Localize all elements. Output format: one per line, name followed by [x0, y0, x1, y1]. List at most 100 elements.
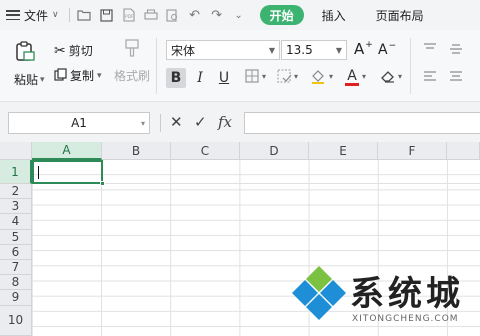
row-header[interactable]: 3: [0, 199, 32, 215]
row-header[interactable]: 1: [0, 160, 32, 184]
paint-bucket-icon: [310, 69, 326, 88]
column-header[interactable]: E: [309, 142, 378, 160]
format-painter-label: 格式刷: [114, 69, 151, 83]
copy-icon: [54, 67, 67, 84]
increase-font-button[interactable]: A +: [354, 40, 373, 58]
scissors-icon: ✂: [54, 42, 66, 59]
chevron-down-icon[interactable]: ▾: [262, 72, 266, 81]
watermark-url: XITONGCHENG.COM: [352, 314, 459, 324]
chevron-down-icon: ▼: [335, 45, 342, 55]
row-header[interactable]: 4: [0, 214, 32, 230]
active-cell-a1[interactable]: [32, 160, 105, 186]
chevron-down-icon: ▾: [97, 70, 102, 81]
decrease-font-icon: A: [378, 42, 388, 58]
tab-home[interactable]: 开始: [259, 5, 304, 25]
align-left-button[interactable]: [420, 68, 440, 88]
row-header[interactable]: 8: [0, 275, 32, 291]
chevron-down-icon: ▼: [268, 45, 275, 55]
increase-font-icon: A: [354, 40, 365, 58]
watermark-logo-icon: [290, 264, 348, 325]
row-header[interactable]: 5: [0, 229, 32, 245]
insert-function-button[interactable]: fx: [218, 113, 232, 131]
align-center-icon: [449, 70, 463, 86]
eraser-icon: [380, 69, 396, 87]
italic-button[interactable]: I: [190, 68, 210, 88]
ribbon-toolbar: 粘贴 ▾ ✂ 剪切 复制 ▾ 格式刷 宋体 ▼ 13.5 ▼ A + A − B I …: [0, 30, 480, 102]
redo-icon[interactable]: ↷: [206, 0, 228, 30]
row-header[interactable]: 10: [0, 305, 32, 336]
name-box[interactable]: A1 ▾: [8, 112, 150, 134]
bold-button[interactable]: B: [166, 68, 186, 88]
tab-page-layout[interactable]: 页面布局: [366, 0, 434, 30]
print-preview-icon[interactable]: [162, 0, 184, 30]
chevron-down-icon[interactable]: ▾: [294, 72, 298, 81]
file-menu-button[interactable]: 文件 ∨: [0, 0, 65, 30]
menu-bar: 文件 ∨ PDF ↶ ↷ ⌄ 开始 插入 页面布局: [0, 0, 480, 30]
column-header[interactable]: D: [240, 142, 309, 160]
export-pdf-icon[interactable]: PDF: [118, 0, 140, 30]
column-header[interactable]: A: [32, 142, 102, 160]
copy-button[interactable]: 复制 ▾: [54, 67, 102, 84]
cancel-entry-icon[interactable]: ✕: [170, 113, 183, 131]
font-size-select[interactable]: 13.5 ▼: [281, 40, 347, 60]
column-header[interactable]: C: [171, 142, 240, 160]
fill-color-button[interactable]: [308, 68, 328, 88]
chevron-down-icon: ∨: [52, 10, 59, 20]
column-header[interactable]: B: [102, 142, 171, 160]
font-color-button[interactable]: A: [342, 67, 362, 87]
row-header[interactable]: 7: [0, 260, 32, 276]
file-menu-label: 文件: [24, 8, 49, 23]
decrease-font-button[interactable]: A −: [378, 41, 396, 58]
divider: [160, 114, 161, 132]
row-header[interactable]: 2: [0, 184, 32, 200]
column-header[interactable]: [447, 142, 480, 160]
open-folder-icon[interactable]: [74, 0, 96, 30]
format-painter-button[interactable]: 格式刷: [114, 38, 150, 84]
save-icon[interactable]: [96, 0, 118, 30]
divider: [156, 38, 157, 94]
chevron-down-icon[interactable]: ▾: [362, 72, 366, 81]
select-all-corner[interactable]: [0, 142, 32, 160]
chevron-down-icon[interactable]: ▾: [329, 72, 333, 81]
paste-button[interactable]: 粘贴 ▾: [14, 40, 45, 88]
clear-format-button[interactable]: [378, 68, 398, 88]
watermark-title: 系统城: [350, 274, 464, 314]
cell-style-button[interactable]: [274, 68, 294, 88]
align-top-button[interactable]: [420, 40, 440, 60]
formula-input[interactable]: [244, 112, 480, 134]
tab-insert[interactable]: 插入: [312, 0, 356, 30]
cut-label: 剪切: [68, 44, 93, 58]
divider: [68, 8, 70, 22]
font-size-value: 13.5: [286, 43, 313, 57]
align-top-icon: [423, 42, 437, 58]
font-name-select[interactable]: 宋体 ▼: [166, 40, 280, 60]
align-center-button[interactable]: [446, 68, 466, 88]
align-left-icon: [423, 70, 437, 86]
menu-icon: [6, 10, 20, 20]
cut-button[interactable]: ✂ 剪切: [54, 42, 93, 59]
align-middle-button[interactable]: [446, 40, 466, 60]
column-header[interactable]: F: [378, 142, 447, 160]
paintbrush-icon: [122, 38, 142, 61]
underline-button[interactable]: U: [214, 68, 234, 88]
fill-handle[interactable]: [100, 181, 105, 186]
font-color-icon: A: [347, 67, 357, 84]
confirm-entry-icon[interactable]: ✓: [194, 113, 207, 131]
font-name-value: 宋体: [171, 43, 196, 58]
row-header[interactable]: 6: [0, 244, 32, 260]
undo-icon[interactable]: ↶: [184, 0, 206, 30]
borders-button[interactable]: [242, 68, 262, 88]
customize-dropdown-icon[interactable]: ⌄: [228, 0, 250, 30]
chevron-down-icon: ▾: [140, 118, 145, 128]
text-cursor: [38, 166, 39, 179]
cell-style-icon: [276, 69, 292, 87]
site-watermark: 系统城 XITONGCHENG.COM: [290, 262, 480, 336]
clipboard-icon: [14, 40, 36, 65]
chevron-down-icon[interactable]: ▾: [398, 72, 402, 81]
print-icon[interactable]: [140, 0, 162, 30]
row-header[interactable]: 9: [0, 290, 32, 306]
formula-bar: A1 ▾ ✕ ✓ fx: [0, 102, 480, 142]
chevron-down-icon: ▾: [40, 74, 45, 85]
align-middle-icon: [449, 42, 463, 58]
borders-icon: [245, 69, 259, 87]
